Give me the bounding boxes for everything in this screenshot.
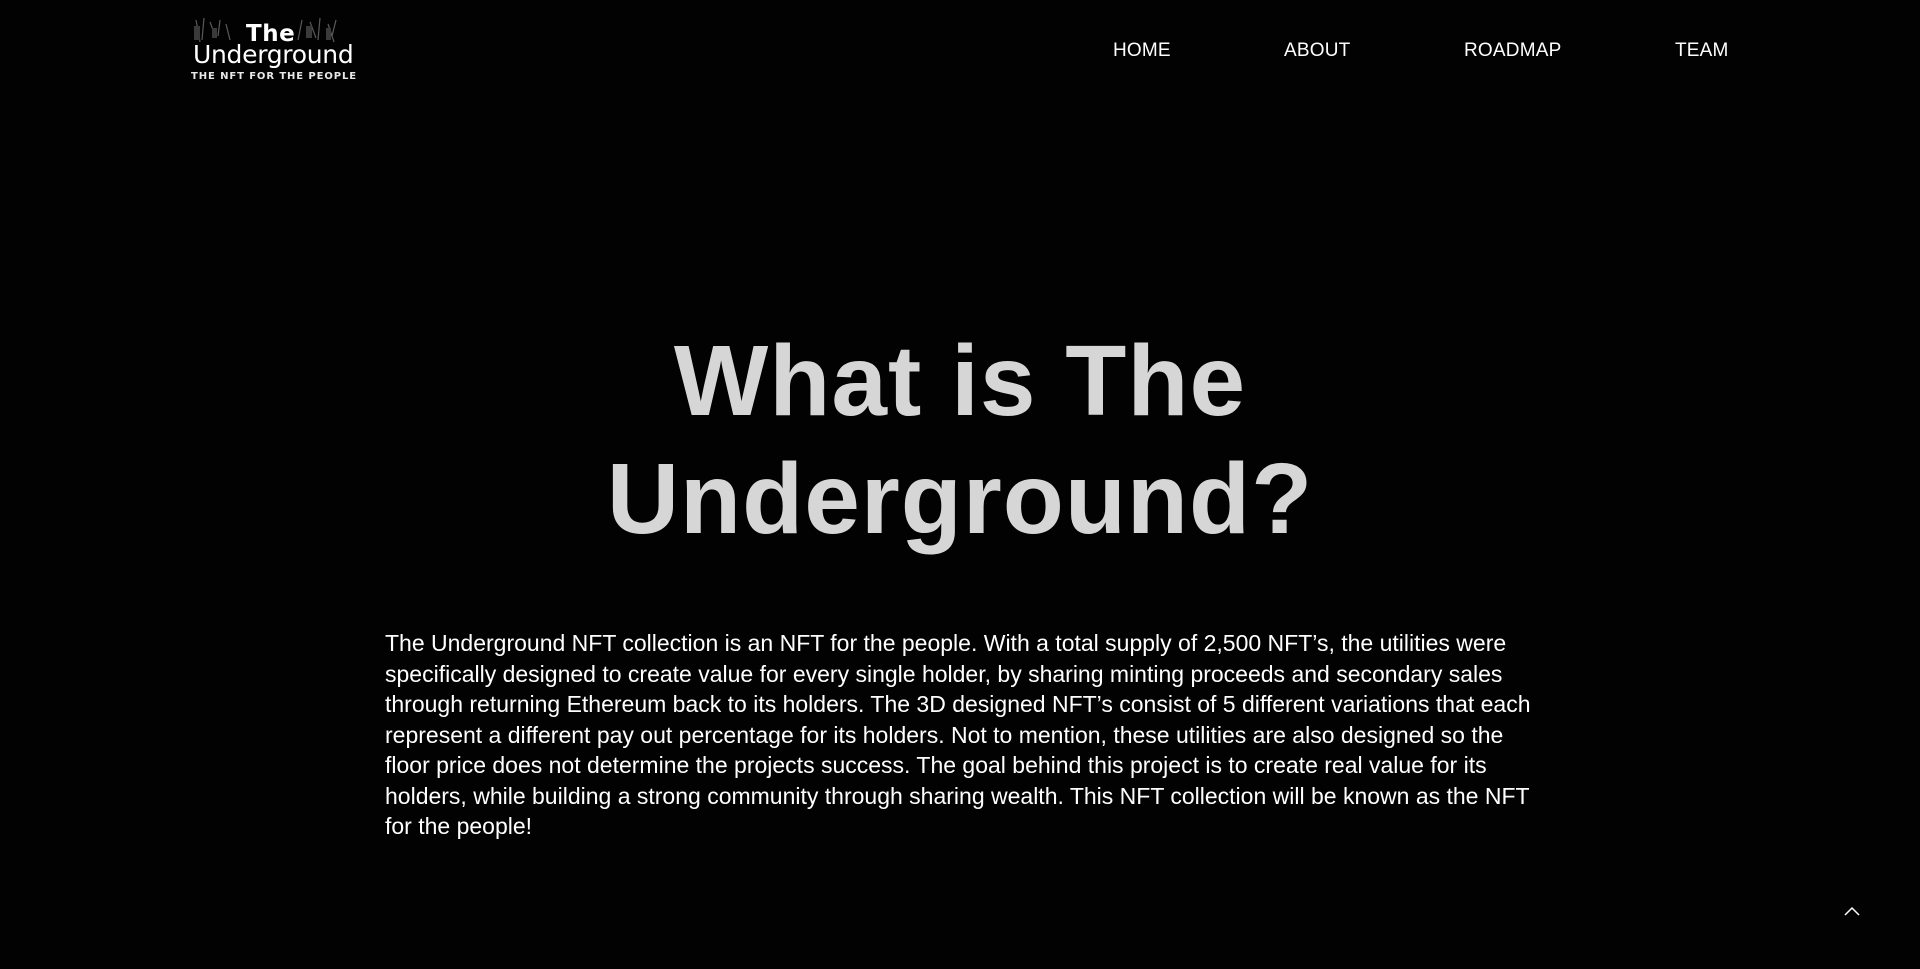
logo-tagline: THE NFT FOR THE PEOPLE <box>191 71 358 82</box>
section-title-line-2: Underground? <box>606 443 1314 555</box>
scroll-to-top-button[interactable] <box>1840 900 1864 924</box>
site-header: The Underground THE NFT FOR THE PEOPLE H… <box>0 0 1920 110</box>
chevron-up-icon <box>1844 906 1860 916</box>
section-title-line-1: What is The <box>673 325 1247 437</box>
nav-home-link[interactable]: HOME <box>1113 40 1171 62</box>
nav-team-link[interactable]: TEAM <box>1675 40 1729 62</box>
nav-roadmap-link[interactable]: ROADMAP <box>1464 40 1561 62</box>
nav-about-link[interactable]: ABOUT <box>1284 40 1350 62</box>
page: The Underground THE NFT FOR THE PEOPLE H… <box>0 0 1920 969</box>
section-description: The Underground NFT collection is an NFT… <box>385 630 1531 839</box>
section-title: What is The Underground? <box>460 322 1460 558</box>
main-nav: HOME ABOUT ROADMAP TEAM <box>0 40 1920 64</box>
